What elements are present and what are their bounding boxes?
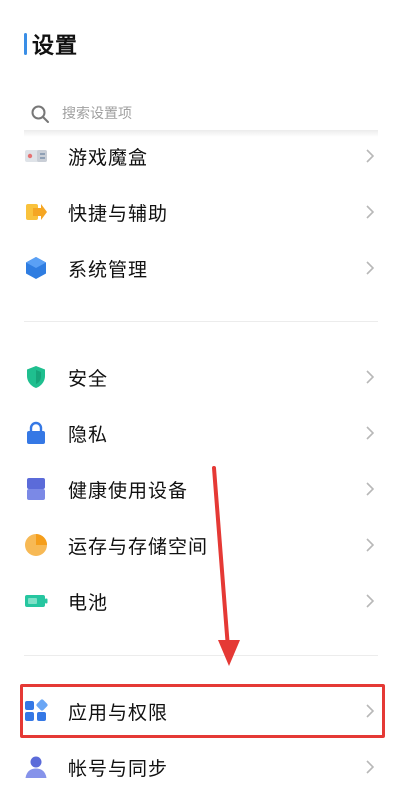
highlight-box-annotation (20, 684, 385, 738)
settings-item-label: 健康使用设备 (68, 479, 189, 502)
settings-item-healthy-usage[interactable]: 健康使用设备 (24, 461, 378, 517)
chevron-right-icon (366, 149, 374, 163)
chevron-right-icon (366, 261, 374, 275)
storage-pie-icon (24, 533, 48, 557)
settings-item-label: 隐私 (68, 423, 109, 446)
chevron-right-icon (366, 426, 374, 440)
shortcut-icon (24, 200, 48, 224)
settings-item-security[interactable]: 安全 (24, 349, 378, 405)
settings-item-battery[interactable]: 电池 (24, 573, 378, 629)
settings-item-game-box[interactable]: 游戏魔盒 (24, 128, 378, 184)
account-icon (24, 755, 48, 779)
chevron-right-icon (366, 370, 374, 384)
page-title: 设置 (32, 34, 79, 59)
shield-icon (24, 365, 48, 389)
system-management-icon (24, 256, 48, 280)
chevron-right-icon (366, 594, 374, 608)
game-box-icon (24, 144, 48, 168)
chevron-right-icon (366, 760, 374, 774)
settings-item-memory-storage[interactable]: 运存与存储空间 (24, 517, 378, 573)
settings-item-account-sync[interactable]: 帐号与同步 (24, 739, 378, 795)
settings-item-privacy[interactable]: 隐私 (24, 405, 378, 461)
settings-item-label: 帐号与同步 (68, 757, 169, 780)
section-divider (24, 655, 378, 656)
header: 设置 (24, 30, 79, 59)
settings-item-system-management[interactable]: 系统管理 (24, 240, 378, 296)
settings-item-label: 运存与存储空间 (68, 535, 209, 558)
search-icon (31, 105, 49, 123)
chevron-right-icon (366, 538, 374, 552)
search-input[interactable] (62, 106, 342, 122)
section-divider (24, 321, 378, 322)
settings-item-label: 快捷与辅助 (68, 202, 169, 225)
settings-item-shortcut[interactable]: 快捷与辅助 (24, 184, 378, 240)
settings-item-label: 游戏魔盒 (68, 146, 149, 169)
battery-icon (24, 589, 48, 613)
settings-item-label: 电池 (68, 591, 109, 614)
title-accent-bar (24, 33, 27, 55)
chevron-right-icon (366, 482, 374, 496)
search-bar[interactable] (24, 100, 378, 128)
chevron-right-icon (366, 205, 374, 219)
lock-icon (24, 421, 48, 445)
settings-item-label: 系统管理 (68, 258, 149, 281)
hourglass-icon (24, 477, 48, 501)
settings-item-label: 安全 (68, 367, 109, 390)
